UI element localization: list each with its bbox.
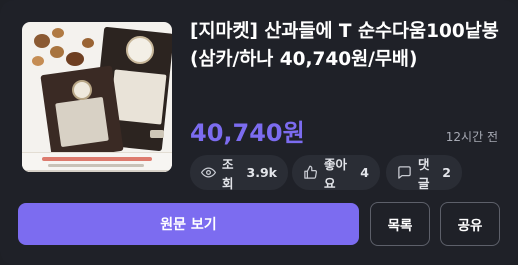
thumbnail-banner [22, 152, 172, 172]
comments-value: 2 [442, 165, 451, 180]
post-time: 12시간 전 [445, 130, 498, 144]
banner-stripe [48, 164, 144, 167]
share-button[interactable]: 공유 [440, 202, 500, 246]
likes-chip[interactable]: 좋아요 4 [292, 155, 380, 191]
nut-shape [34, 34, 50, 48]
views-label: 조회 [222, 156, 234, 191]
eye-icon [201, 167, 216, 178]
nut-shape [32, 56, 44, 66]
banner-stripe [42, 157, 152, 161]
package-tag-shape [150, 130, 164, 138]
post-title[interactable]: [지마켓] 산과들에 T 순수다움100낱봉 (삼카/하나 40,740원/무배… [190, 18, 500, 74]
comments-chip[interactable]: 댓글 2 [386, 155, 462, 191]
view-original-button[interactable]: 원문 보기 [18, 203, 359, 245]
likes-label: 좋아요 [324, 156, 348, 191]
package-front-window-shape [55, 96, 109, 148]
views-chip: 조회 3.9k [190, 155, 288, 191]
comment-icon [398, 166, 411, 179]
thumbnail-bottom-strip [22, 170, 172, 172]
comments-label: 댓글 [418, 156, 430, 191]
post-price: 40,740원 [190, 119, 305, 147]
nut-shape [52, 28, 64, 38]
nut-shape [82, 38, 94, 48]
nut-shape [50, 46, 64, 58]
package-back-seal-shape [126, 36, 154, 64]
likes-value: 4 [360, 165, 369, 180]
product-thumbnail[interactable] [22, 22, 172, 172]
nut-shape [66, 52, 84, 66]
views-value: 3.9k [246, 165, 277, 180]
list-button[interactable]: 목록 [370, 202, 430, 246]
thumbs-up-icon [304, 165, 318, 179]
deal-card: [지마켓] 산과들에 T 순수다움100낱봉 (삼카/하나 40,740원/무배… [0, 0, 518, 265]
package-front-seal-shape [72, 80, 92, 100]
